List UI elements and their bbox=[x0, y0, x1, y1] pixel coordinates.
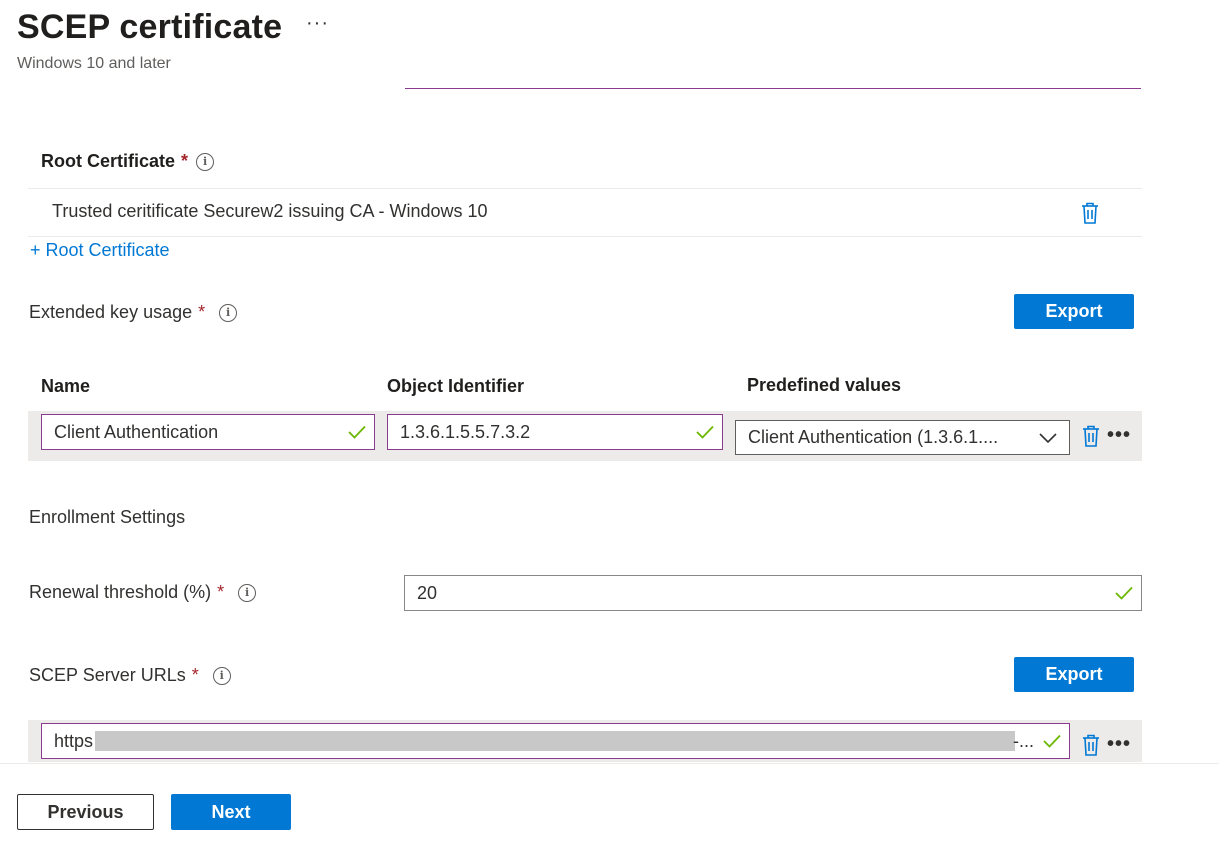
chevron-down-icon bbox=[1039, 432, 1057, 443]
renewal-threshold-label: Renewal threshold (%) * i bbox=[29, 582, 257, 603]
column-header-predefined-values: Predefined values bbox=[747, 375, 902, 395]
more-icon[interactable]: ••• bbox=[1107, 424, 1131, 447]
eku-label: Extended key usage * i bbox=[29, 302, 238, 323]
next-button[interactable]: Next bbox=[171, 794, 291, 830]
checkmark-icon bbox=[348, 425, 366, 439]
eku-name-input[interactable]: Client Authentication bbox=[41, 414, 375, 450]
section-divider bbox=[405, 88, 1141, 89]
scep-export-button[interactable]: Export bbox=[1014, 657, 1134, 692]
trash-icon[interactable] bbox=[1081, 424, 1101, 448]
previous-button[interactable]: Previous bbox=[17, 794, 154, 830]
renewal-threshold-input[interactable]: 20 bbox=[404, 575, 1142, 611]
checkmark-icon bbox=[1043, 734, 1061, 748]
page-subtitle: Windows 10 and later bbox=[17, 55, 171, 72]
more-icon[interactable]: ••• bbox=[1107, 733, 1131, 756]
page-title: SCEP certificate bbox=[17, 8, 283, 46]
info-icon[interactable]: i bbox=[196, 153, 215, 172]
eku-export-button[interactable]: Export bbox=[1014, 294, 1134, 329]
required-marker: * bbox=[181, 151, 189, 171]
footer-divider bbox=[0, 763, 1219, 764]
info-icon[interactable]: i bbox=[219, 304, 238, 323]
info-icon[interactable]: i bbox=[212, 667, 231, 686]
info-icon[interactable]: i bbox=[238, 584, 257, 603]
row-divider bbox=[28, 236, 1142, 237]
required-marker: * bbox=[198, 302, 206, 322]
checkmark-icon bbox=[696, 425, 714, 439]
trash-icon[interactable] bbox=[1081, 733, 1101, 757]
column-header-name: Name bbox=[41, 376, 91, 396]
root-certificate-label: Root Certificate * i bbox=[41, 151, 215, 172]
scep-url-input[interactable]: https -... bbox=[41, 723, 1070, 759]
root-certificate-value: Trusted ceritificate Securew2 issuing CA… bbox=[52, 201, 488, 221]
enrollment-settings-heading: Enrollment Settings bbox=[29, 507, 186, 527]
checkmark-icon bbox=[1115, 586, 1133, 600]
column-header-object-identifier: Object Identifier bbox=[387, 376, 525, 396]
more-icon[interactable]: ··· bbox=[306, 12, 329, 35]
trash-icon[interactable] bbox=[1080, 201, 1100, 225]
eku-predefined-dropdown[interactable]: Client Authentication (1.3.6.1.... bbox=[735, 420, 1070, 455]
row-divider bbox=[28, 188, 1142, 189]
required-marker: * bbox=[217, 582, 225, 602]
eku-oid-input[interactable]: 1.3.6.1.5.5.7.3.2 bbox=[387, 414, 723, 450]
redacted-text bbox=[95, 731, 1016, 751]
scep-urls-label: SCEP Server URLs * i bbox=[29, 665, 231, 686]
add-root-certificate-link[interactable]: + Root Certificate bbox=[30, 240, 170, 261]
required-marker: * bbox=[191, 665, 199, 685]
